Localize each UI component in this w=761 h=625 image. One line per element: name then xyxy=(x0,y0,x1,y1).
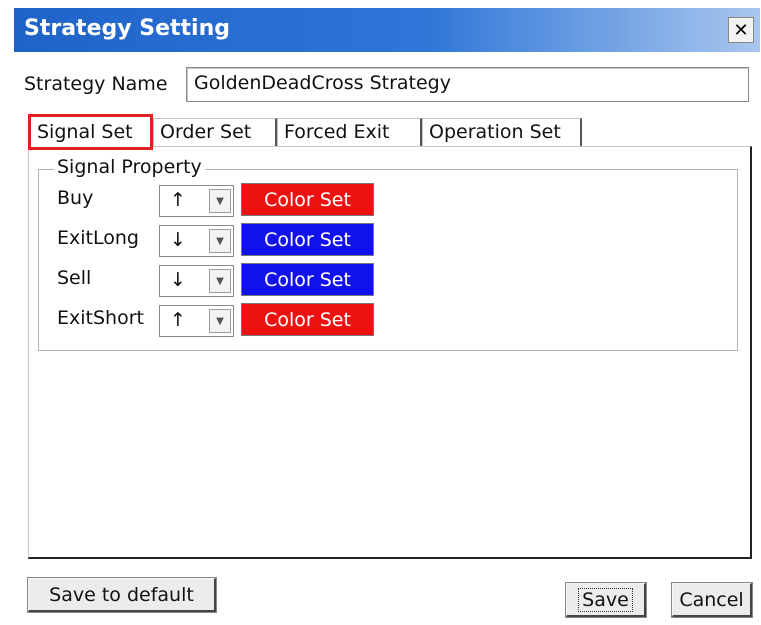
arrow-select[interactable]: ↓ ▼ xyxy=(159,265,234,297)
chevron-down-icon[interactable]: ▼ xyxy=(209,269,231,293)
arrow-value: ↑ xyxy=(170,309,186,331)
close-button[interactable]: ✕ xyxy=(728,17,754,43)
strategy-setting-dialog: Strategy Setting ✕ Strategy Name GoldenD… xyxy=(14,8,760,620)
tab-operation-set[interactable]: Operation Set xyxy=(422,118,582,148)
arrow-select[interactable]: ↓ ▼ xyxy=(159,225,234,257)
title-bar[interactable]: Strategy Setting ✕ xyxy=(14,8,760,52)
signal-property-group: Signal Property Buy ↑ ▼ Color Set ExitLo… xyxy=(38,156,738,351)
chevron-down-icon[interactable]: ▼ xyxy=(209,189,231,213)
arrow-value: ↓ xyxy=(170,229,186,251)
signal-row-exitlong: ExitLong ↓ ▼ Color Set xyxy=(39,223,439,259)
arrow-value: ↓ xyxy=(170,269,186,291)
save-to-default-button[interactable]: Save to default xyxy=(27,577,217,613)
tab-order-set[interactable]: Order Set xyxy=(153,118,277,148)
signal-label: Buy xyxy=(57,187,94,209)
arrow-select[interactable]: ↑ ▼ xyxy=(159,185,234,217)
signal-label: ExitShort xyxy=(57,307,144,329)
chevron-down-icon[interactable]: ▼ xyxy=(209,229,231,253)
cancel-label: Cancel xyxy=(679,588,744,611)
chevron-down-icon[interactable]: ▼ xyxy=(209,309,231,333)
save-to-default-label: Save to default xyxy=(49,583,194,606)
save-label: Save xyxy=(578,587,633,612)
strategy-name-input[interactable]: GoldenDeadCross Strategy xyxy=(186,67,749,102)
color-set-button[interactable]: Color Set xyxy=(241,183,374,216)
tab-signal-set[interactable]: Signal Set xyxy=(28,114,153,150)
color-set-button[interactable]: Color Set xyxy=(241,303,374,336)
color-set-button[interactable]: Color Set xyxy=(241,223,374,256)
color-set-button[interactable]: Color Set xyxy=(241,263,374,296)
save-button[interactable]: Save xyxy=(565,582,647,618)
signal-row-buy: Buy ↑ ▼ Color Set xyxy=(39,183,439,219)
arrow-select[interactable]: ↑ ▼ xyxy=(159,305,234,337)
close-icon: ✕ xyxy=(733,19,749,41)
arrow-value: ↑ xyxy=(170,189,186,211)
tab-panel-signal-set: Signal Property Buy ↑ ▼ Color Set ExitLo… xyxy=(28,146,752,559)
strategy-name-label: Strategy Name xyxy=(24,73,168,95)
cancel-button[interactable]: Cancel xyxy=(671,582,753,618)
signal-label: Sell xyxy=(57,267,92,289)
tab-forced-exit[interactable]: Forced Exit xyxy=(277,118,422,148)
signal-label: ExitLong xyxy=(57,227,139,249)
window-title: Strategy Setting xyxy=(24,16,230,41)
signal-row-exitshort: ExitShort ↑ ▼ Color Set xyxy=(39,303,439,339)
signal-row-sell: Sell ↓ ▼ Color Set xyxy=(39,263,439,299)
signal-property-title: Signal Property xyxy=(54,156,205,178)
